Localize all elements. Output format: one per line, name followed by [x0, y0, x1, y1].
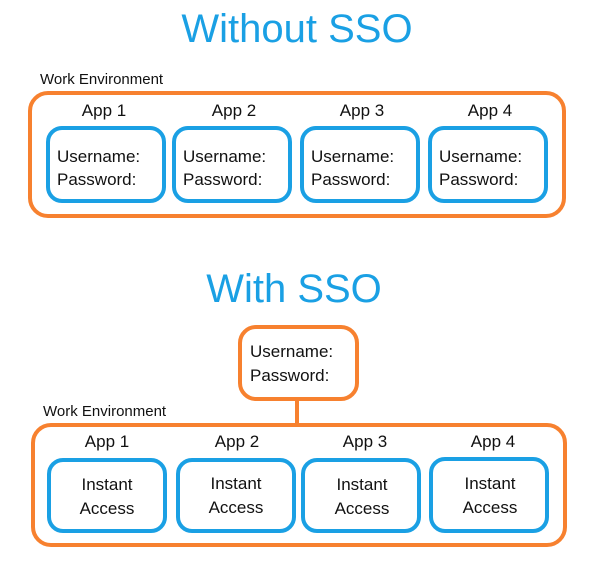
- access-line-1: Instant: [81, 475, 132, 494]
- with-sso-app-1: App 1 Instant Access: [47, 432, 167, 533]
- sso-credentials-box: [238, 325, 359, 401]
- sso-username-label: Username:: [250, 342, 333, 361]
- access-line-1: Instant: [464, 474, 515, 493]
- without-sso-app-3: App 3 Username: Password:: [300, 101, 420, 203]
- password-label: Password:: [183, 170, 262, 189]
- with-sso-app-2: App 2 Instant Access: [176, 432, 296, 533]
- with-sso-section: With SSO Username: Password: Work Enviro…: [31, 267, 567, 547]
- app-label: App 4: [471, 432, 515, 451]
- sso-comparison-diagram: Without SSO Work Environment App 1 Usern…: [28, 7, 567, 547]
- app-label: App 2: [212, 101, 256, 120]
- access-box: [47, 458, 167, 533]
- without-sso-environment-label: Work Environment: [40, 71, 164, 88]
- access-line-1: Instant: [336, 475, 387, 494]
- password-label: Password:: [439, 170, 518, 189]
- app-label: App 3: [343, 432, 387, 451]
- app-label: App 2: [215, 432, 259, 451]
- app-label: App 1: [85, 432, 129, 451]
- password-label: Password:: [57, 170, 136, 189]
- without-sso-app-4: App 4 Username: Password:: [428, 101, 548, 203]
- access-line-2: Access: [80, 499, 135, 518]
- access-line-1: Instant: [210, 474, 261, 493]
- access-line-2: Access: [335, 499, 390, 518]
- password-label: Password:: [311, 170, 390, 189]
- access-box: [429, 457, 549, 533]
- app-label: App 4: [468, 101, 512, 120]
- without-sso-app-2: App 2 Username: Password:: [172, 101, 292, 203]
- without-sso-title: Without SSO: [181, 7, 412, 51]
- with-sso-app-3: App 3 Instant Access: [301, 432, 421, 533]
- username-label: Username:: [183, 147, 266, 166]
- access-box: [176, 458, 296, 533]
- without-sso-section: Without SSO Work Environment App 1 Usern…: [28, 7, 566, 218]
- app-label: App 3: [340, 101, 384, 120]
- access-line-2: Access: [209, 498, 264, 517]
- with-sso-app-4: App 4 Instant Access: [429, 432, 549, 533]
- username-label: Username:: [311, 147, 394, 166]
- access-line-2: Access: [463, 498, 518, 517]
- without-sso-app-1: App 1 Username: Password:: [46, 101, 166, 203]
- with-sso-environment-label: Work Environment: [43, 403, 167, 420]
- with-sso-title: With SSO: [206, 267, 382, 311]
- app-label: App 1: [82, 101, 126, 120]
- sso-password-label: Password:: [250, 366, 329, 385]
- access-box: [301, 458, 421, 533]
- username-label: Username:: [57, 147, 140, 166]
- username-label: Username:: [439, 147, 522, 166]
